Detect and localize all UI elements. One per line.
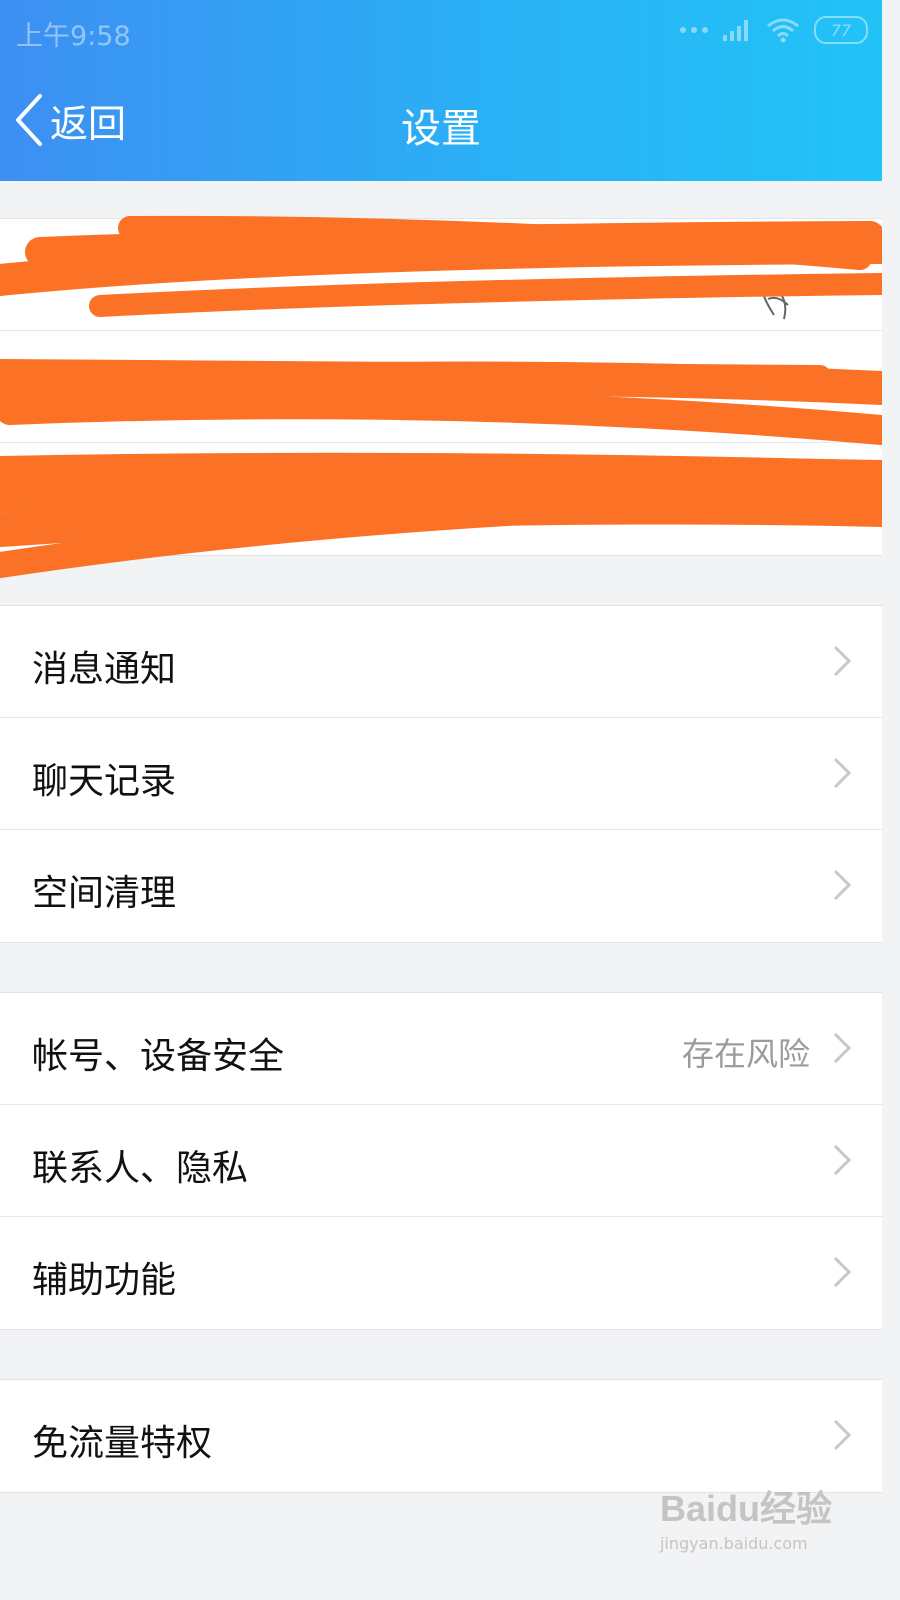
list-item-free-data[interactable]: 免流量特权 — [0, 1380, 882, 1492]
row-label: 聊天记录 — [32, 761, 177, 802]
chevron-right-icon — [833, 1256, 852, 1288]
chevron-right-icon — [833, 1144, 852, 1176]
row-label: 空间清理 — [32, 873, 177, 914]
list-item-storage-cleanup[interactable]: 空间清理 — [0, 830, 882, 942]
security-group: 帐号、设备安全 存在风险 联系人、隐私 辅助功能 — [0, 992, 882, 1330]
row-label: 帐号、设备安全 — [32, 1036, 285, 1077]
watermark-url: jingyan.baidu.com — [659, 1534, 808, 1553]
general-settings-group: 消息通知 聊天记录 空间清理 — [0, 605, 882, 943]
row-label: 消息通知 — [32, 649, 177, 690]
list-item-chat-history[interactable]: 聊天记录 — [0, 718, 882, 830]
row-label: 辅助功能 — [32, 1260, 177, 1301]
list-item-accessibility[interactable]: 辅助功能 — [0, 1217, 882, 1329]
risk-status: 存在风险 — [681, 1035, 810, 1073]
row-label: 联系人、隐私 — [32, 1148, 249, 1189]
chevron-right-icon — [833, 869, 852, 901]
chevron-right-icon — [833, 645, 852, 677]
list-item-account-security[interactable]: 帐号、设备安全 存在风险 — [0, 993, 882, 1105]
chevron-right-icon — [833, 1419, 852, 1451]
watermark-logo: Baidu经验 — [659, 1488, 832, 1529]
chevron-right-icon — [833, 1032, 852, 1064]
list-item-message-notification[interactable]: 消息通知 — [0, 606, 882, 718]
chevron-right-icon — [833, 757, 852, 789]
watermark: Baidu经验 jingyan.baidu.com — [660, 1480, 832, 1553]
row-label: 免流量特权 — [32, 1423, 213, 1464]
redaction-scribble — [0, 215, 882, 578]
data-privilege-group: 免流量特权 — [0, 1379, 882, 1493]
list-item-contacts-privacy[interactable]: 联系人、隐私 — [0, 1105, 882, 1217]
